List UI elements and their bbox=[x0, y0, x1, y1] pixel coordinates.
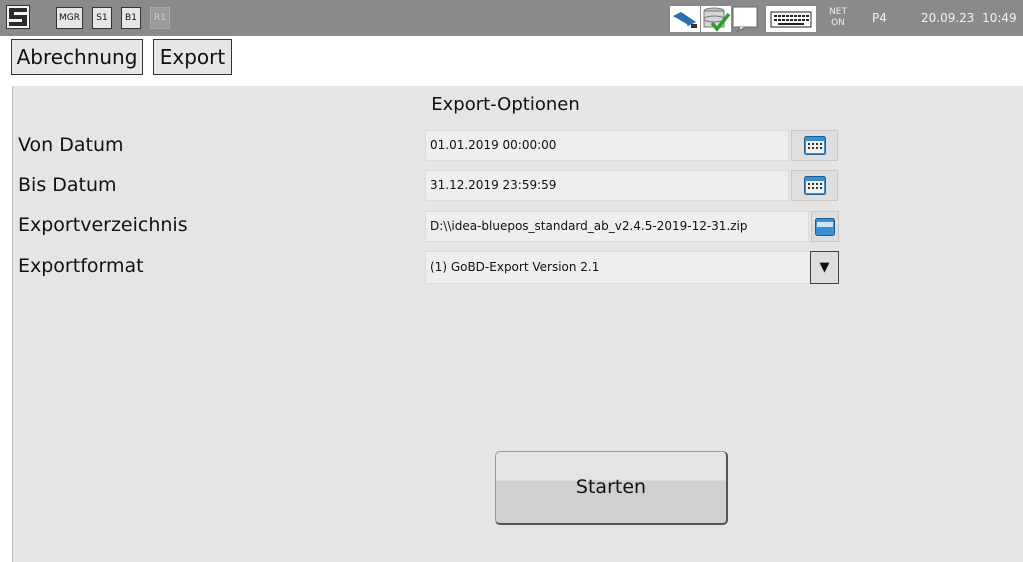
operator-b1-chip[interactable]: B1 bbox=[121, 7, 141, 29]
network-tools-icon[interactable] bbox=[670, 6, 700, 36]
message-icon[interactable] bbox=[732, 6, 760, 36]
station-s1-chip[interactable]: S1 bbox=[92, 7, 112, 29]
from-date-label: Von Datum bbox=[18, 134, 124, 156]
net-status-label: NET bbox=[829, 7, 847, 17]
to-date-calendar-button[interactable] bbox=[791, 170, 838, 201]
export-format-label: Exportformat bbox=[18, 255, 144, 277]
from-date-calendar-button[interactable] bbox=[791, 130, 838, 161]
folder-icon bbox=[815, 218, 835, 240]
calendar-icon bbox=[804, 176, 826, 199]
to-date-field[interactable]: 31.12.2019 23:59:59 bbox=[425, 170, 789, 201]
net-status-value: ON bbox=[831, 18, 845, 28]
calendar-icon bbox=[804, 136, 826, 159]
export-directory-field[interactable]: D:\\idea-bluepos_standard_ab_v2.4.5-2019… bbox=[425, 211, 809, 242]
panel-heading: Export-Optionen bbox=[431, 94, 580, 115]
browse-folder-button[interactable] bbox=[811, 211, 839, 242]
printer-indicator[interactable]: P4 bbox=[872, 11, 887, 25]
app-logo-icon[interactable] bbox=[6, 5, 30, 29]
from-date-field[interactable]: 01.01.2019 00:00:00 bbox=[425, 130, 789, 161]
export-directory-label: Exportverzeichnis bbox=[18, 214, 188, 236]
dropdown-arrow-button[interactable]: ▼ bbox=[810, 251, 839, 284]
tab-abrechnung[interactable]: Abrechnung bbox=[11, 39, 143, 75]
tab-export[interactable]: Export bbox=[153, 39, 232, 75]
to-date-label: Bis Datum bbox=[18, 174, 117, 196]
register-r1-chip: R1 bbox=[150, 7, 170, 29]
clock: 20.09.23 10:49 bbox=[921, 11, 1017, 25]
user-mgr-chip[interactable]: MGR bbox=[56, 7, 83, 29]
keyboard-icon[interactable] bbox=[766, 6, 816, 36]
database-ok-icon[interactable] bbox=[701, 6, 731, 36]
export-format-select[interactable]: (1) GoBD-Export Version 2.1 bbox=[425, 251, 811, 284]
status-bar: MGR S1 B1 R1 NET ON P4 20.09.23 10:49 bbox=[0, 0, 1023, 36]
start-button[interactable]: Starten bbox=[495, 451, 728, 525]
